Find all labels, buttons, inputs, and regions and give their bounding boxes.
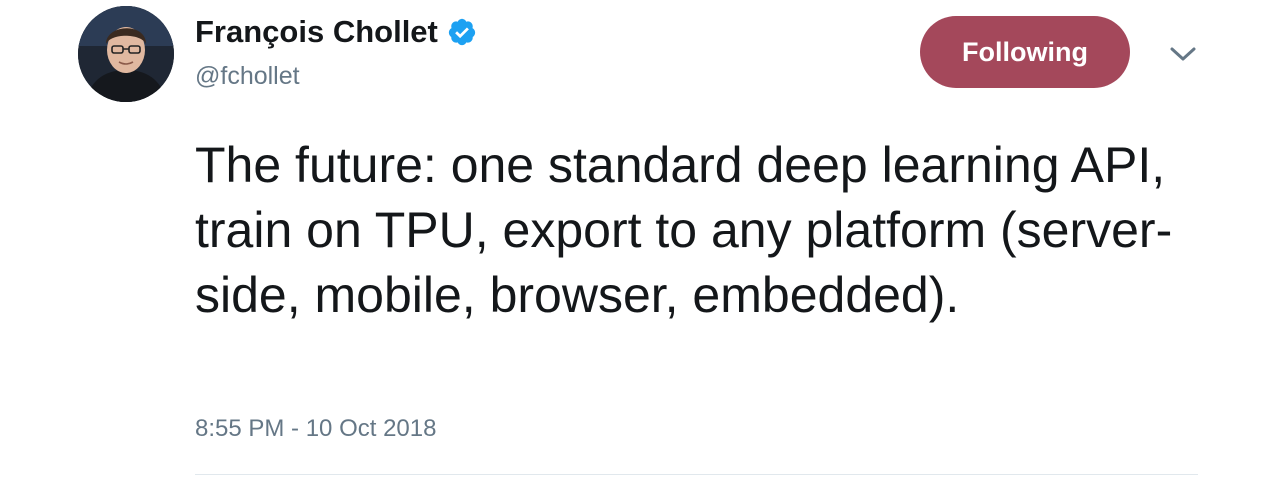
profile-photo-icon [78, 6, 174, 102]
tweet-timestamp[interactable]: 8:55 PM - 10 Oct 2018 [195, 415, 436, 443]
verified-badge-icon [448, 18, 475, 46]
display-name-text[interactable]: François Chollet [195, 14, 438, 50]
divider [195, 474, 1198, 475]
tweet-text: The future: one standard deep learning A… [195, 137, 1173, 323]
author-display-name[interactable]: François Chollet [195, 14, 477, 50]
following-button[interactable]: Following [920, 16, 1130, 88]
avatar[interactable] [78, 6, 174, 102]
author-handle[interactable]: @fchollet [195, 62, 300, 91]
chevron-down-icon[interactable] [1167, 42, 1199, 66]
